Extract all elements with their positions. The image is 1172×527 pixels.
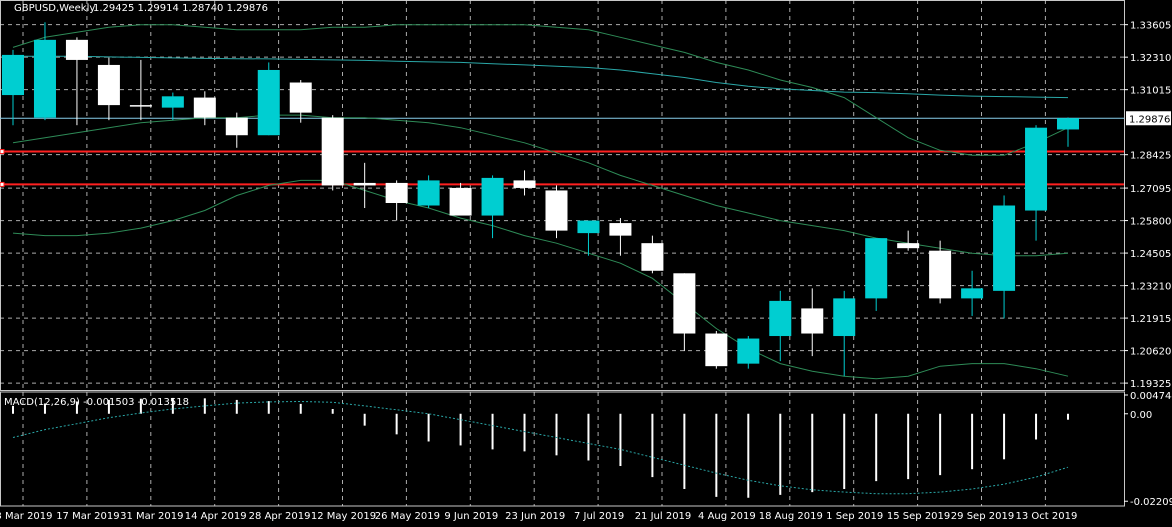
candle-body-bearish [97,64,120,106]
y-tick-label: 1.31015 [1130,86,1171,97]
candle-body-bearish [321,117,344,186]
candle-body-bearish [545,190,568,231]
y-tick-label: 1.19325 [1130,379,1171,390]
x-tick-label: 17 Mar 2019 [56,511,119,522]
candle-body-bearish [449,187,472,216]
candle-body-bullish [737,338,760,364]
candle-body-bullish [993,205,1016,291]
candle-body-bullish [577,220,600,234]
y-tick-label: 1.25800 [1130,217,1171,228]
candle-body-bearish [705,333,728,367]
line-handle[interactable] [0,181,5,187]
candle-body-bullish [833,298,856,337]
y-tick-label: 1.27095 [1130,184,1171,195]
chart-canvas[interactable]: 1.33605 1.32310 1.31015 1.28425 1.27095 1.258… [0,0,1172,527]
trading-chart[interactable]: 1.33605 1.32310 1.31015 1.28425 1.27095 1.258… [0,0,1172,527]
x-tick-label: 15 Sep 2019 [887,511,950,522]
x-tick-label: 31 Mar 2019 [120,511,183,522]
candle-body-bearish [673,273,696,334]
x-tick-label: 9 Jun 2019 [444,511,498,522]
x-tick-label: 21 Jul 2019 [635,511,692,522]
y-tick-label: 1.20620 [1130,347,1171,358]
line-handle[interactable] [0,149,5,155]
x-tick-label: 18 Aug 2019 [759,511,823,522]
y-tick-label: 1.21915 [1130,314,1171,325]
current-price-label: 1.29876 [1129,114,1170,125]
candle-body-bearish [289,82,312,113]
x-tick-label: 14 Apr 2019 [185,511,247,522]
candle-body-bullish [33,39,56,118]
candle-body-bearish [385,182,408,203]
y-tick-label: 1.33605 [1130,21,1171,32]
x-tick-label: 4 Aug 2019 [698,511,756,522]
candle-body-bullish [2,54,24,96]
candle-body-bullish [961,288,984,299]
y-tick-label: 1.28425 [1130,151,1171,162]
y-tick-label: 1.32310 [1130,53,1171,64]
x-tick-label: 1 Sep 2019 [826,511,883,522]
candle-body-bullish [769,300,792,337]
macd-y-tick-label: 0.004744 [1130,391,1172,402]
y-tick-label: 1.24505 [1130,249,1171,260]
x-tick-label: 23 Jun 2019 [505,511,565,522]
symbol-label: GBPUSD,Weekly [14,3,95,14]
x-tick-label: 13 Oct 2019 [1015,511,1077,522]
x-tick-label: 29 Sep 2019 [951,511,1014,522]
candle-body-bullish [161,96,184,108]
ohlc-readout: 1.29425 1.29914 1.28740 1.29876 [93,3,268,14]
x-tick-label: 28 Apr 2019 [249,511,311,522]
candle-body-bearish [65,39,88,60]
candle-body-bullish [417,180,440,206]
x-tick-label: 3 Mar 2019 [0,511,53,522]
x-tick-label: 12 May 2019 [311,511,376,522]
candle-body-bearish [353,182,376,186]
x-tick-label: 26 May 2019 [375,511,440,522]
macd-y-tick-label: 0.00 [1130,410,1152,421]
x-tick-label: 7 Jul 2019 [574,511,624,522]
candle-body-bearish [513,180,536,188]
candle-body-bearish [641,243,664,271]
y-tick-label: 1.23210 [1130,282,1171,293]
candle-body-bearish [609,223,632,236]
candle-body-bullish [481,177,504,216]
candle-body-bearish [897,243,920,249]
macd-y-tick-label: -0.022094 [1130,497,1172,508]
candle-body-bearish [801,308,824,334]
macd-label: MACD(12,26,9) -0.001503 -0.013518 [4,397,189,408]
candle-body-bullish [257,69,280,136]
candle-body-bearish [225,117,248,136]
candle-body-bearish [129,105,152,107]
candle-body-bearish [929,250,952,299]
candle-body-bearish [193,97,216,118]
candle-body-bullish [865,238,888,299]
candle-body-bullish [1057,118,1080,130]
candle-body-bullish [1025,127,1048,211]
